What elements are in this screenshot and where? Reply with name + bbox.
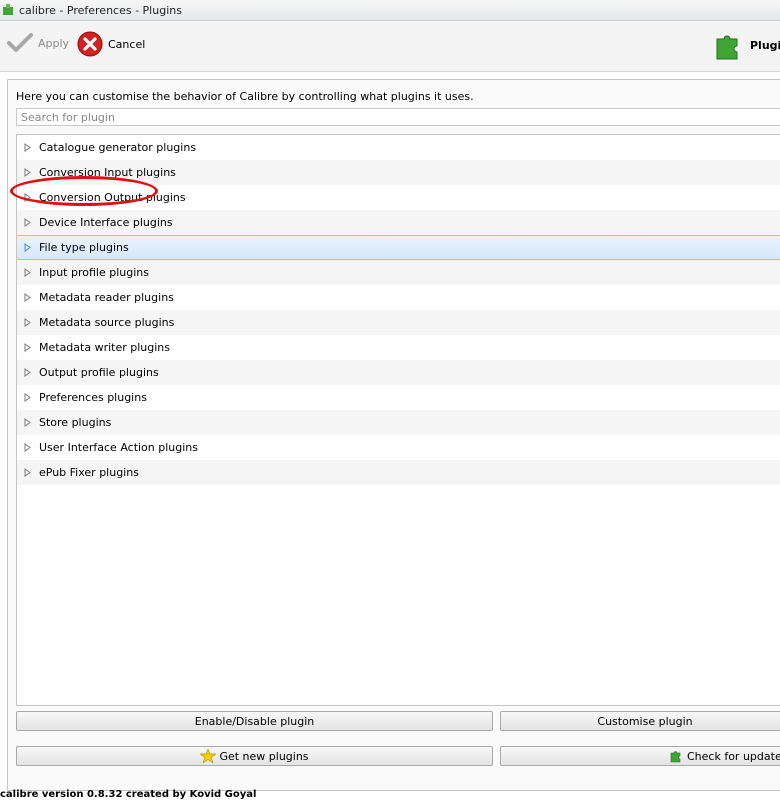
expand-arrow-icon[interactable] [17, 418, 37, 427]
tree-item[interactable]: User Interface Action plugins [17, 435, 780, 460]
tree-item-label: File type plugins [39, 241, 129, 254]
section-indicator: Plugin [714, 30, 780, 60]
search-input[interactable] [16, 108, 780, 126]
expand-arrow-icon[interactable] [17, 318, 37, 327]
tree-item[interactable]: Conversion Output plugins [17, 185, 780, 210]
expand-arrow-icon[interactable] [17, 268, 37, 277]
tree-item-label: Metadata source plugins [39, 316, 175, 329]
tree-item[interactable]: Metadata reader plugins [17, 285, 780, 310]
expand-arrow-icon[interactable] [17, 168, 37, 177]
cancel-button[interactable]: Cancel [77, 31, 145, 57]
apply-button[interactable]: Apply [7, 33, 69, 53]
tree-item[interactable]: Device Interface plugins [17, 210, 780, 235]
tree-item-label: Store plugins [39, 416, 112, 429]
checkmark-icon [7, 33, 33, 52]
tree-item[interactable]: Output profile plugins [17, 360, 780, 385]
tree-item[interactable]: Catalogue generator plugins [17, 135, 780, 160]
expand-arrow-icon[interactable] [17, 243, 37, 252]
expand-arrow-icon[interactable] [17, 218, 37, 227]
tree-item-label: Metadata writer plugins [39, 341, 171, 354]
status-version-text: calibre version 0.8.32 created by Kovid … [0, 789, 257, 800]
expand-arrow-icon[interactable] [17, 143, 37, 152]
tree-item-label: ePub Fixer plugins [39, 466, 139, 479]
expand-arrow-icon[interactable] [17, 368, 37, 377]
tree-item-label: User Interface Action plugins [39, 441, 199, 454]
plugins-panel: Here you can customise the behavior of C… [7, 79, 780, 791]
tree-item[interactable]: Metadata writer plugins [17, 335, 780, 360]
customise-label: Customise plugin [597, 714, 693, 728]
puzzle-update-icon [670, 749, 684, 763]
tree-item-label: Metadata reader plugins [39, 291, 174, 304]
section-label: Plugin [750, 38, 780, 52]
apply-label: Apply [38, 36, 70, 50]
expand-arrow-icon[interactable] [17, 293, 37, 302]
customise-plugin-button[interactable]: Customise plugin [500, 711, 780, 731]
check-updated-plugins-button[interactable]: Check for updated plugins [500, 746, 780, 766]
enable-disable-label: Enable/Disable plugin [194, 714, 315, 728]
tree-item-label: Preferences plugins [39, 391, 147, 404]
tree-item[interactable]: File type plugins [17, 235, 780, 260]
intro-text: Here you can customise the behavior of C… [16, 90, 474, 103]
cancel-label: Cancel [108, 37, 146, 51]
tree-item-label: Device Interface plugins [39, 216, 173, 229]
expand-arrow-icon[interactable] [17, 393, 37, 402]
get-new-label: Get new plugins [219, 749, 309, 763]
tree-item[interactable]: Input profile plugins [17, 260, 780, 285]
tree-item[interactable]: Metadata source plugins [17, 310, 780, 335]
tree-item-label: Conversion Output plugins [39, 191, 186, 204]
get-new-plugins-button[interactable]: Get new plugins [16, 746, 493, 766]
expand-arrow-icon[interactable] [17, 343, 37, 352]
tree-item[interactable]: Conversion Input plugins [17, 160, 780, 185]
tree-item[interactable]: Preferences plugins [17, 385, 780, 410]
tree-item-label: Conversion Input plugins [39, 166, 176, 179]
cancel-x-icon [77, 31, 103, 57]
tree-item-label: Output profile plugins [39, 366, 159, 379]
expand-arrow-icon[interactable] [17, 443, 37, 452]
puzzle-piece-icon [716, 35, 738, 60]
expand-arrow-icon[interactable] [17, 193, 37, 202]
check-updates-label: Check for updated plugins [687, 749, 780, 763]
tree-item-label: Catalogue generator plugins [39, 141, 197, 154]
enable-disable-button[interactable]: Enable/Disable plugin [16, 711, 493, 731]
tree-item-label: Input profile plugins [39, 266, 149, 279]
star-icon [200, 749, 217, 763]
toolbar: Apply Cancel Plugin [0, 21, 780, 72]
tree-item[interactable]: Store plugins [17, 410, 780, 435]
title-bar: calibre - Preferences - Plugins [0, 0, 780, 21]
calibre-app-icon [3, 4, 13, 15]
expand-arrow-icon[interactable] [17, 468, 37, 477]
window-title: calibre - Preferences - Plugins [19, 3, 182, 17]
tree-item[interactable]: ePub Fixer plugins [17, 460, 780, 485]
plugin-category-tree[interactable]: Catalogue generator plugins Conversion In… [16, 134, 780, 706]
